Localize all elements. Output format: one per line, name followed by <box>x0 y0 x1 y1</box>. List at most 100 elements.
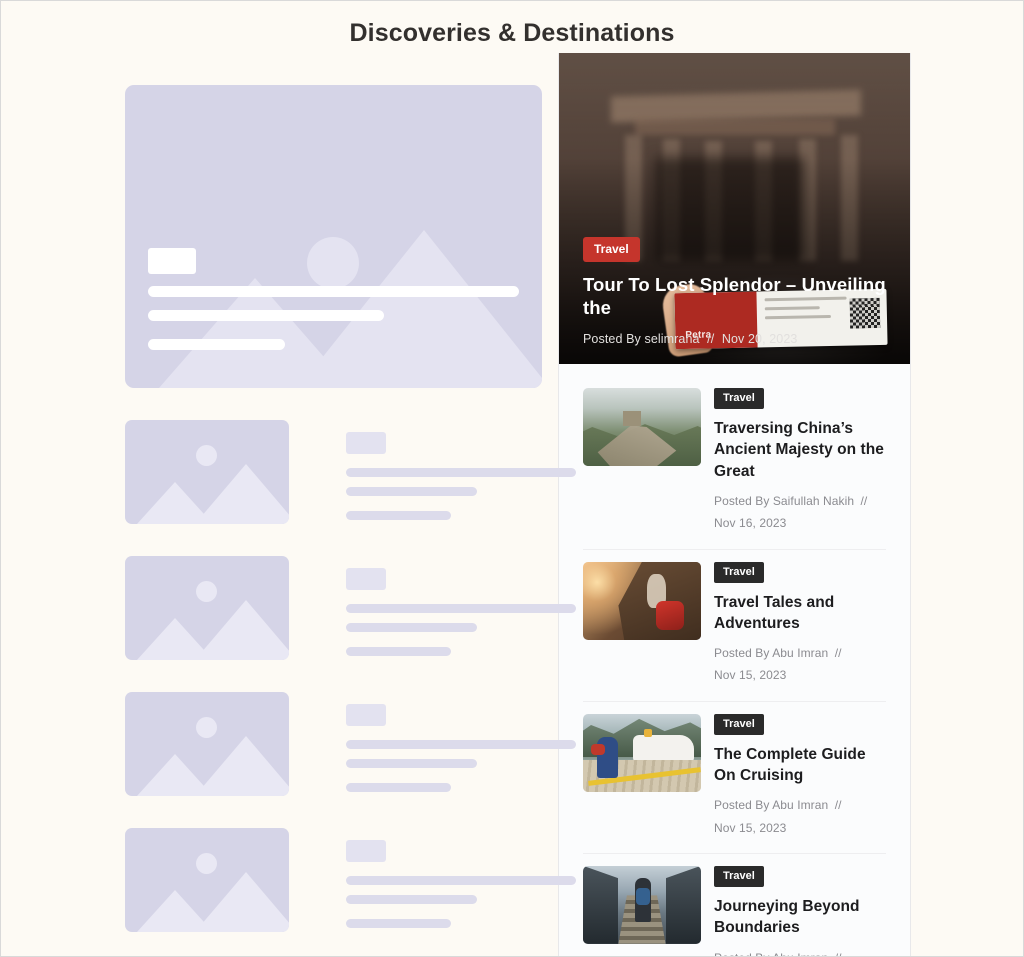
thumbnail-detail-tower <box>623 411 641 427</box>
post-author-name[interactable]: Abu Imran <box>772 951 828 957</box>
featured-post-overlay: Travel Tour To Lost Splendor – Unveiling… <box>559 236 910 364</box>
post-meta-separator: // <box>834 798 842 813</box>
post-thumbnail[interactable] <box>583 713 701 792</box>
post-meta: Posted By Saifullah Nakih // Nov 16, 202… <box>714 490 886 534</box>
skeleton-thumbnail <box>125 692 289 796</box>
featured-author-prefix: Posted By <box>583 332 641 346</box>
skeleton-line <box>148 286 519 297</box>
post-text-block: Travel Traversing China’s Ancient Majest… <box>714 388 886 535</box>
thumbnail-detail-cruise-ship <box>632 728 694 762</box>
image-placeholder-mountain-small-icon <box>137 890 213 932</box>
featured-category-badge[interactable]: Travel <box>583 236 640 262</box>
post-list-item[interactable]: Travel Traversing China’s Ancient Majest… <box>583 376 886 549</box>
skeleton-text-block <box>346 828 576 932</box>
skeleton-badge <box>148 248 196 274</box>
post-meta: Posted By Abu Imran // Nov 15, 2023 <box>714 947 886 957</box>
posts-panel: Petra Travel Tour To Lost Splendor – Unv… <box>558 53 911 957</box>
image-placeholder-sun-icon <box>196 853 217 874</box>
post-title[interactable]: Traversing China’s Ancient Majesty on th… <box>714 418 886 482</box>
post-list: Travel Traversing China’s Ancient Majest… <box>559 364 910 957</box>
skeleton-line <box>346 604 576 613</box>
post-list-item[interactable]: Travel Journeying Beyond Boundaries Post… <box>583 852 886 957</box>
post-date: Nov 15, 2023 <box>714 820 787 835</box>
featured-post-date: Nov 20, 2023 <box>721 332 798 346</box>
post-list-item[interactable]: Travel Travel Tales and Adventures Poste… <box>583 548 886 701</box>
skeleton-post-row <box>125 420 576 524</box>
skeleton-badge <box>346 704 386 726</box>
post-meta-separator: // <box>860 494 868 509</box>
post-category-badge[interactable]: Travel <box>714 713 764 735</box>
skeleton-badge <box>346 432 386 454</box>
skeleton-line <box>346 511 451 520</box>
thumbnail-detail-cliff-right <box>665 865 701 944</box>
skeleton-line <box>346 895 477 904</box>
thumbnail-detail-cliff-left <box>583 865 619 944</box>
post-text-block: Travel Journeying Beyond Boundaries Post… <box>714 865 886 957</box>
skeleton-text-block <box>346 692 576 796</box>
image-placeholder-mountain-small-icon <box>137 482 213 524</box>
post-meta: Posted By Abu Imran // Nov 15, 2023 <box>714 642 886 686</box>
skeleton-line <box>346 468 576 477</box>
skeleton-line <box>346 876 576 885</box>
skeleton-line <box>346 623 477 632</box>
skeleton-line <box>148 339 285 350</box>
skeleton-text-block <box>346 556 576 660</box>
skeleton-column <box>1 53 576 932</box>
post-category-badge[interactable]: Travel <box>714 561 764 583</box>
post-title[interactable]: Journeying Beyond Boundaries <box>714 896 886 939</box>
skeleton-post-row <box>125 692 576 796</box>
featured-post-title[interactable]: Tour To Lost Splendor – Unveiling the <box>583 273 886 320</box>
post-author-prefix: Posted By <box>714 951 769 957</box>
post-thumbnail[interactable] <box>583 561 701 640</box>
post-author-prefix: Posted By <box>714 646 770 661</box>
post-author-name[interactable]: Saifullah Nakih <box>773 494 854 508</box>
post-date: Nov 16, 2023 <box>714 516 787 531</box>
post-author-prefix: Posted By <box>714 494 770 509</box>
featured-meta-separator: // <box>707 332 715 346</box>
featured-post-card[interactable]: Petra Travel Tour To Lost Splendor – Unv… <box>559 53 910 364</box>
post-list-item[interactable]: Travel The Complete Guide On Cruising Po… <box>583 700 886 853</box>
image-placeholder-mountain-small-icon <box>137 618 213 660</box>
skeleton-line <box>346 487 477 496</box>
thumbnail-detail-person <box>591 737 619 778</box>
image-placeholder-mountain-small-icon <box>137 754 213 796</box>
post-title[interactable]: The Complete Guide On Cruising <box>714 744 886 787</box>
post-thumbnail[interactable] <box>583 865 701 944</box>
post-meta-separator: // <box>835 951 842 957</box>
skeleton-thumbnail <box>125 420 289 524</box>
featured-author-name[interactable]: selimrana <box>644 332 699 346</box>
skeleton-post-row <box>125 828 576 932</box>
image-placeholder-sun-icon <box>196 445 217 466</box>
skeleton-line <box>346 783 451 792</box>
skeleton-thumbnail <box>125 828 289 932</box>
skeleton-line <box>346 740 576 749</box>
skeleton-post-row <box>125 556 576 660</box>
post-text-block: Travel Travel Tales and Adventures Poste… <box>714 561 886 687</box>
image-placeholder-sun-icon <box>196 717 217 738</box>
page-canvas: Discoveries & Destinations Petra Travel … <box>0 0 1024 957</box>
skeleton-thumbnail <box>125 556 289 660</box>
skeleton-badge <box>346 840 386 862</box>
skeleton-hero-card <box>125 85 542 388</box>
post-author-prefix: Posted By <box>714 798 770 813</box>
post-meta-separator: // <box>834 646 842 661</box>
post-category-badge[interactable]: Travel <box>714 388 764 409</box>
post-author-name[interactable]: Abu Imran <box>772 798 828 812</box>
skeleton-line <box>346 647 451 656</box>
post-title[interactable]: Travel Tales and Adventures <box>714 592 886 635</box>
skeleton-line <box>148 310 384 321</box>
post-date: Nov 15, 2023 <box>714 668 787 683</box>
page-title: Discoveries & Destinations <box>349 19 675 47</box>
featured-post-meta: Posted By selimrana // Nov 20, 2023 <box>583 332 886 346</box>
skeleton-line <box>346 759 477 768</box>
post-author-name[interactable]: Abu Imran <box>772 646 828 660</box>
post-category-badge[interactable]: Travel <box>714 865 764 887</box>
content-layout: Petra Travel Tour To Lost Splendor – Unv… <box>1 53 1023 956</box>
skeleton-line <box>346 919 451 928</box>
thumbnail-detail-backpack <box>656 600 685 631</box>
post-text-block: Travel The Complete Guide On Cruising Po… <box>714 713 886 839</box>
skeleton-text-block <box>346 420 576 524</box>
thumbnail-detail-person <box>634 878 652 922</box>
post-meta: Posted By Abu Imran // Nov 15, 2023 <box>714 794 886 838</box>
post-thumbnail[interactable] <box>583 388 701 466</box>
